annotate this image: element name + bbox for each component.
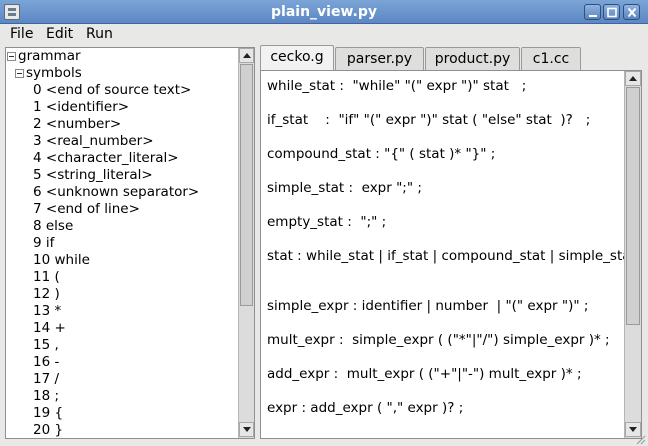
arrow-up-icon [629, 76, 637, 81]
close-icon [627, 7, 637, 18]
tree-item-symbol[interactable]: 8 else [33, 218, 73, 235]
tree-item-symbol[interactable]: 16 - [33, 354, 59, 371]
menu-run[interactable]: Run [86, 26, 113, 44]
window-title: plain_view.py [271, 4, 377, 20]
code-line: stat : while_stat | if_stat | compound_s… [267, 248, 624, 264]
tree-item-symbol[interactable]: 4 <character_literal> [33, 150, 179, 167]
tree-item-symbol[interactable]: 19 { [33, 405, 63, 422]
tree-item-symbol[interactable]: 1 <identifier> [33, 99, 129, 116]
tree-content: grammar symbols 0 <end of source text> 1 … [6, 48, 238, 438]
tree-item-symbol[interactable]: 5 <string_literal> [33, 167, 153, 184]
arrow-down-icon [243, 427, 251, 432]
maximize-button[interactable] [603, 4, 620, 20]
tree-scroll-thumb[interactable] [240, 64, 253, 306]
tree-item-symbol[interactable]: 20 } [33, 422, 63, 438]
minimize-button[interactable] [584, 4, 601, 20]
code-line: simple_expr : identifier | number | "(" … [267, 298, 589, 314]
symbol-tree[interactable]: grammar symbols 0 <end of source text> 1 … [5, 47, 255, 439]
tree-item-symbol[interactable]: 6 <unknown separator> [33, 184, 199, 201]
tree-item-symbol[interactable]: 10 while [33, 252, 90, 269]
tree-item-symbol[interactable]: 9 if [33, 235, 54, 252]
tree-item-symbol[interactable]: 13 * [33, 303, 61, 320]
code-line: if_stat : "if" "(" expr ")" stat ( "else… [267, 112, 591, 128]
collapse-symbols-icon[interactable] [15, 69, 24, 78]
tree-item-symbols[interactable]: symbols [26, 65, 82, 82]
tab-c1-cc[interactable]: c1.cc [521, 47, 581, 70]
code-editor[interactable]: while_stat : "while" "(" expr ")" stat ;… [260, 70, 642, 439]
code-line: while_stat : "while" "(" expr ")" stat ; [267, 78, 527, 94]
menu-bar: File Edit Run [0, 24, 648, 45]
arrow-up-icon [243, 53, 251, 58]
tree-scroll-down-button[interactable] [239, 422, 254, 437]
collapse-grammar-icon[interactable] [7, 52, 16, 61]
tab-cecko-g[interactable]: cecko.g [260, 45, 334, 71]
tree-item-grammar[interactable]: grammar [18, 48, 81, 65]
editor-scrollbar[interactable] [624, 71, 641, 438]
tree-item-symbol[interactable]: 7 <end of line> [33, 201, 140, 218]
tree-item-symbol[interactable]: 2 <number> [33, 116, 121, 133]
tree-scroll-up-button[interactable] [239, 48, 254, 63]
code-line: compound_stat : "{" ( stat )* "}" ; [267, 146, 496, 162]
tree-scrollbar[interactable] [238, 48, 254, 438]
code-line: add_expr : mult_expr ( ("+"|"-") mult_ex… [267, 366, 582, 382]
tab-product-py[interactable]: product.py [425, 47, 520, 70]
editor-content[interactable]: while_stat : "while" "(" expr ")" stat ;… [261, 71, 624, 438]
tree-item-symbol[interactable]: 14 + [33, 320, 66, 337]
editor-scroll-thumb[interactable] [626, 87, 640, 325]
tab-parser-py[interactable]: parser.py [335, 47, 424, 70]
code-line: simple_stat : expr ";" ; [267, 180, 422, 196]
minimize-icon [589, 15, 597, 17]
close-button[interactable] [623, 4, 640, 20]
tree-item-symbol[interactable]: 18 ; [33, 388, 59, 405]
title-bar[interactable]: plain_view.py [0, 0, 648, 24]
editor-scroll-up-button[interactable] [625, 71, 641, 86]
tree-item-symbol[interactable]: 12 ) [33, 286, 60, 303]
maximize-icon [607, 7, 617, 18]
code-line: mult_expr : simple_expr ( ("*"|"/") simp… [267, 332, 610, 348]
code-line: empty_stat : ";" ; [267, 214, 387, 230]
code-line: expr : add_expr ( "," expr )? ; [267, 400, 464, 416]
menu-file[interactable]: File [10, 26, 33, 44]
menu-edit[interactable]: Edit [46, 26, 73, 44]
tree-item-symbol[interactable]: 15 , [33, 337, 59, 354]
tree-item-symbol[interactable]: 17 / [33, 371, 59, 388]
tree-item-symbol[interactable]: 0 <end of source text> [33, 82, 191, 99]
tree-item-symbol[interactable]: 11 ( [33, 269, 60, 286]
resize-grip-icon[interactable] [634, 433, 646, 445]
tree-item-symbol[interactable]: 3 <real_number> [33, 133, 154, 150]
